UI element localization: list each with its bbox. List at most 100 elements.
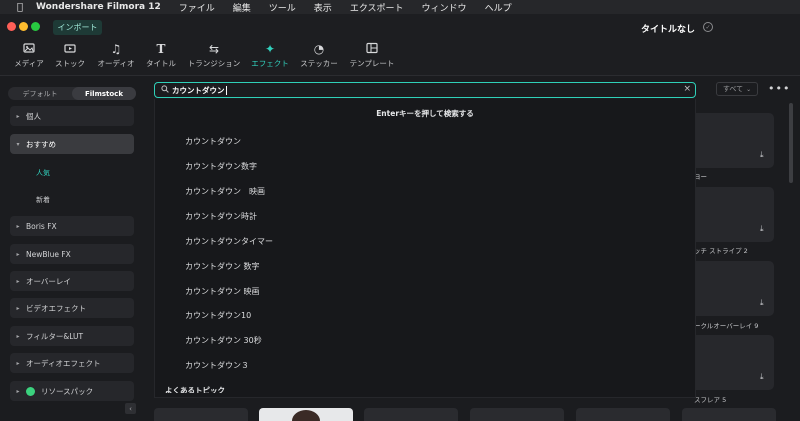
menu-help[interactable]: ヘルプ [485,1,512,14]
effect-thumbnail[interactable] [154,408,248,421]
text-cursor [225,85,227,95]
category-label: ビデオエフェクト [26,303,86,313]
download-icon[interactable]: ⤓ [760,150,764,160]
tool-audio-label: オーディオ [97,59,135,68]
effect-thumbnail[interactable] [364,408,458,421]
category-audio-effects[interactable]: ▸ オーディオエフェクト [10,353,134,373]
apple-menu-icon[interactable]:  [14,2,26,13]
suggestion-item[interactable]: カウントダウン [185,136,241,147]
category-overlay[interactable]: ▸ オーバーレイ [10,271,134,291]
subcategory-new[interactable]: 新着 [36,195,50,205]
effect-thumbnail[interactable] [470,408,564,421]
import-button[interactable]: インポート [53,20,102,35]
resource-pack-icon [26,386,35,396]
tool-transitions-label: トランジション [187,59,241,68]
library-tab-switch: デフォルト Filmstock [8,87,136,100]
tool-media-label: メディア [14,59,44,68]
menu-app-name[interactable]: Wondershare Filmora 12 [36,2,161,12]
tool-titles[interactable]: T タイトル [138,42,184,69]
results-scrollbar[interactable] [789,103,793,183]
minimize-window-button[interactable] [19,22,28,31]
tool-audio[interactable]: ♫ オーディオ [93,42,139,69]
collapse-sidebar-button[interactable]: ‹ [125,403,136,414]
tool-stock-label: ストック [55,59,85,68]
search-query: カウントダウン [172,85,225,95]
effect-thumbnail[interactable] [259,408,353,421]
category-label: リソースパック [41,386,94,396]
chevron-right-icon: ▸ [16,222,20,230]
suggestion-item[interactable]: カウントダウン 数字 [185,261,260,272]
tool-media[interactable]: メディア [6,42,52,69]
tool-transitions[interactable]: ⇆ トランジション [188,42,241,69]
category-resource-pack[interactable]: ▸ リソースパック [10,381,134,401]
suggestion-item[interactable]: カウントダウン 映画 [185,286,260,297]
subcategory-popular[interactable]: 人気 [36,168,50,178]
effect-name: ッチ ストライプ 2 [694,247,748,255]
media-icon [23,42,35,56]
sticker-icon: ◔ [313,42,325,56]
download-icon[interactable]: ⤓ [760,224,764,234]
tool-effects[interactable]: ✦ エフェクト [247,42,293,69]
tool-titles-label: タイトル [146,59,176,68]
effect-thumbnail[interactable] [576,408,670,421]
menu-view[interactable]: 表示 [314,1,332,14]
title-icon: T [156,42,166,56]
menu-export[interactable]: エクスポート [350,1,404,14]
project-status-icon[interactable]: ✓ [703,22,713,32]
effect-name: ークルオーバーレイ 9 [694,322,759,330]
suggestion-item[interactable]: カウントダウン３ [185,360,249,371]
chevron-right-icon: ▸ [16,304,20,312]
filter-dropdown[interactable]: すべて ⌄ [716,82,758,96]
close-window-button[interactable] [7,22,16,31]
category-filters-lut[interactable]: ▸ フィルター&LUT [10,326,134,346]
suggestion-item[interactable]: カウントダウン10 [185,310,251,321]
tool-templates-label: テンプレート [349,59,395,68]
download-icon[interactable]: ⤓ [760,298,764,308]
menu-edit[interactable]: 編集 [233,1,251,14]
category-boris-fx[interactable]: ▸ Boris FX [10,216,134,236]
chevron-right-icon: ▸ [16,277,20,285]
menu-file[interactable]: ファイル [179,1,215,14]
suggestion-item[interactable]: カウントダウン時計 [185,211,257,222]
audio-icon: ♫ [110,42,122,56]
chevron-right-icon: ▸ [16,250,20,258]
macos-menu-bar:  Wondershare Filmora 12 ファイル 編集 ツール 表示 … [0,0,800,14]
effect-name: スフレア 5 [694,396,727,404]
category-label: オーディオエフェクト [26,358,101,368]
tool-stickers[interactable]: ◔ ステッカー [296,42,342,69]
tab-default[interactable]: デフォルト [8,87,72,100]
chevron-right-icon: ▸ [16,359,20,367]
chevron-right-icon: ▸ [16,112,20,120]
chevron-down-icon: ⌄ [746,85,752,93]
tool-stock[interactable]: ストック [47,42,93,69]
category-personal[interactable]: ▸ 個人 [10,106,134,126]
category-label: フィルター&LUT [26,331,84,341]
suggestion-item[interactable]: カウントダウン数字 [185,161,257,172]
more-options-icon[interactable]: ••• [768,82,790,95]
suggestion-item[interactable]: カウントダウン 映画 [185,186,265,197]
category-newblue-fx[interactable]: ▸ NewBlue FX [10,244,134,264]
suggestion-item[interactable]: カウントダウン 30秒 [185,335,262,346]
suggestion-item[interactable]: カウントダウンタイマー [185,236,273,247]
project-title: タイトルなし [641,25,696,35]
download-icon[interactable]: ⤓ [760,372,764,382]
tool-stickers-label: ステッカー [300,59,338,68]
topics-section-title: よくあるトピック [165,386,225,393]
menu-tools[interactable]: ツール [269,1,296,14]
stock-icon [64,42,76,56]
category-recommended[interactable]: ▾ おすすめ [10,134,134,154]
search-input[interactable]: カウントダウン × [154,82,696,98]
effects-icon: ✦ [264,42,276,56]
category-label: 個人 [26,111,41,121]
category-video-effects[interactable]: ▸ ビデオエフェクト [10,298,134,318]
clear-search-icon[interactable]: × [683,84,691,94]
tool-templates[interactable]: テンプレート [349,42,395,69]
transition-icon: ⇆ [208,42,220,56]
effect-thumbnail[interactable] [682,408,776,421]
search-hint: Enterキーを押して検索する [376,109,474,118]
category-label: Boris FX [26,221,57,231]
tab-filmstock[interactable]: Filmstock [72,87,136,100]
zoom-window-button[interactable] [31,22,40,31]
menu-window[interactable]: ウィンドウ [422,1,467,14]
chevron-down-icon: ▾ [16,140,20,148]
